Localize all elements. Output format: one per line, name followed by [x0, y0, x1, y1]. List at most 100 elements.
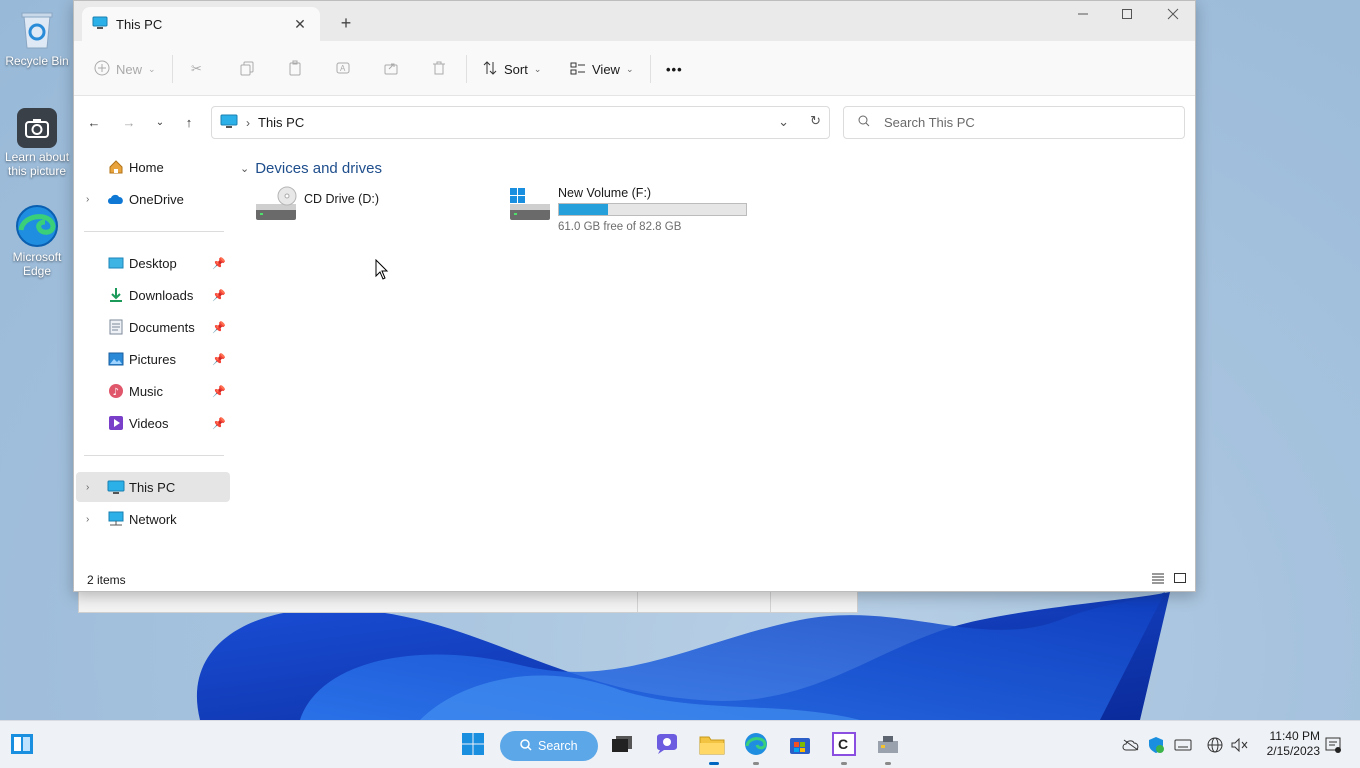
edge-taskbar-button[interactable] — [740, 729, 772, 765]
maximize-button[interactable] — [1115, 7, 1139, 27]
widgets-icon — [10, 733, 34, 758]
drive-usage-bar — [558, 203, 747, 216]
drive-usage-fill — [559, 204, 609, 215]
clock-time: 11:40 PM — [1269, 729, 1320, 743]
paste-button[interactable] — [287, 55, 303, 83]
pin-icon[interactable]: 📌 — [212, 385, 226, 398]
nav-item-network[interactable]: › Network — [76, 504, 230, 534]
cut-button[interactable]: ✂ — [191, 55, 202, 83]
nav-item-documents[interactable]: Documents 📌 — [76, 312, 230, 342]
up-button[interactable]: ↑ — [177, 110, 201, 134]
tiles-view-button[interactable] — [1173, 572, 1187, 587]
refresh-icon: ↻ — [810, 113, 821, 128]
back-button[interactable]: ← — [82, 110, 106, 134]
more-dots-icon: ••• — [666, 61, 683, 77]
picture-icon — [107, 350, 125, 368]
arrow-left-icon: ← — [87, 114, 101, 130]
nav-item-onedrive[interactable]: › OneDrive — [76, 184, 230, 214]
share-icon — [383, 60, 399, 79]
onedrive-tray-icon[interactable] — [1121, 736, 1141, 754]
widgets-button[interactable] — [6, 729, 38, 761]
download-arrow-icon — [107, 286, 125, 304]
volume-muted-tray-icon[interactable] — [1230, 736, 1250, 754]
copy-icon — [239, 60, 255, 79]
address-history-dropdown[interactable]: ⌄ — [778, 114, 789, 130]
taskbar-search-button[interactable]: Search — [500, 731, 598, 761]
breadcrumb-chevron-icon: › — [246, 115, 250, 130]
close-window-button[interactable] — [1161, 7, 1185, 27]
search-icon — [520, 738, 532, 754]
recent-locations-button[interactable]: ⌄ — [148, 110, 172, 134]
refresh-button[interactable]: ↻ — [810, 113, 821, 129]
nav-item-home[interactable]: Home — [76, 152, 230, 182]
view-button[interactable]: View ⌄ — [570, 55, 634, 83]
forward-button[interactable]: → — [117, 110, 141, 134]
new-tab-button[interactable]: + — [336, 13, 356, 34]
teams-chat-button[interactable] — [651, 729, 683, 761]
tab-this-pc[interactable]: This PC ✕ — [82, 7, 320, 41]
nav-item-label: Network — [129, 511, 177, 527]
windows-logo-icon — [461, 732, 485, 759]
app-tool-taskbar-button[interactable] — [872, 729, 904, 765]
close-tab-button[interactable]: ✕ — [290, 16, 310, 33]
minimize-button[interactable] — [1071, 7, 1095, 27]
rename-icon: A — [335, 60, 351, 79]
microsoft-store-button[interactable] — [784, 729, 816, 761]
nav-item-music[interactable]: ♪ Music 📌 — [76, 376, 230, 406]
nav-item-this-pc[interactable]: › This PC — [76, 472, 230, 502]
file-explorer-window: This PC ✕ + New ⌄ ✂ A Sort ⌄ View ⌄ ••• … — [73, 0, 1196, 592]
breadcrumb-this-pc[interactable]: This PC — [258, 115, 304, 130]
desktop-icon-learn-about-picture[interactable]: Learn about this picture — [2, 108, 72, 178]
pin-icon[interactable]: 📌 — [212, 417, 226, 430]
nav-item-videos[interactable]: Videos 📌 — [76, 408, 230, 438]
copy-button[interactable] — [239, 55, 255, 83]
share-button[interactable] — [383, 55, 399, 83]
sort-button[interactable]: Sort ⌄ — [482, 55, 541, 83]
pin-icon[interactable]: 📌 — [212, 257, 226, 270]
delete-button[interactable] — [431, 55, 447, 83]
taskbar-clock[interactable]: 11:40 PM 2/15/2023 — [1258, 729, 1320, 759]
content-pane[interactable]: ⌄ Devices and drives CD Drive (D:) New V… — [234, 148, 1196, 568]
nav-item-desktop[interactable]: Desktop 📌 — [76, 248, 230, 278]
see-more-button[interactable]: ••• — [666, 55, 683, 83]
desktop-icon-microsoft-edge[interactable]: Microsoft Edge — [2, 204, 72, 278]
expand-chevron-icon[interactable]: › — [86, 194, 89, 205]
desktop-folder-icon — [107, 254, 125, 272]
file-explorer-taskbar-button[interactable] — [696, 729, 728, 765]
notification-tray-icon[interactable] — [1323, 736, 1343, 754]
recycle-bin-icon — [15, 8, 59, 52]
chevron-down-icon: ⌄ — [148, 63, 156, 74]
cloud-icon — [107, 190, 125, 208]
title-bar[interactable]: This PC ✕ + — [74, 1, 1195, 41]
pin-icon[interactable]: 📌 — [212, 321, 226, 334]
expand-chevron-icon[interactable]: › — [86, 514, 89, 525]
task-view-button[interactable] — [606, 729, 638, 761]
drive-name: CD Drive (D:) — [304, 192, 379, 206]
details-view-button[interactable] — [1151, 572, 1165, 587]
search-box[interactable]: Search This PC — [843, 106, 1185, 139]
sort-label: Sort — [504, 61, 528, 77]
drive-new-volume-f[interactable]: New Volume (F:) 61.0 GB free of 82.8 GB — [508, 186, 768, 234]
running-indicator — [753, 762, 759, 765]
address-bar[interactable]: › This PC ⌄ ↻ — [211, 106, 830, 139]
nav-item-pictures[interactable]: Pictures 📌 — [76, 344, 230, 374]
status-bar: 2 items — [74, 568, 1195, 592]
nav-item-downloads[interactable]: Downloads 📌 — [76, 280, 230, 310]
security-shield-tray-icon[interactable] — [1146, 736, 1166, 754]
new-button[interactable]: New ⌄ — [94, 55, 156, 83]
expand-chevron-icon[interactable]: › — [86, 482, 89, 493]
keyboard-tray-icon[interactable] — [1173, 736, 1193, 754]
search-input[interactable]: Search This PC — [884, 115, 975, 130]
drive-cd-d[interactable]: CD Drive (D:) — [254, 186, 454, 234]
command-separator — [650, 55, 651, 83]
group-header-devices-and-drives[interactable]: ⌄ Devices and drives — [240, 160, 382, 177]
pin-icon[interactable]: 📌 — [212, 289, 226, 302]
new-label: New — [116, 61, 143, 77]
rename-button[interactable]: A — [335, 55, 351, 83]
pin-icon[interactable]: 📌 — [212, 353, 226, 366]
network-globe-tray-icon[interactable] — [1205, 736, 1225, 754]
taskbar-search-label: Search — [538, 739, 578, 753]
app-c-taskbar-button[interactable]: C — [828, 729, 860, 765]
desktop-icon-recycle-bin[interactable]: Recycle Bin — [2, 8, 72, 68]
start-button[interactable] — [457, 729, 489, 761]
